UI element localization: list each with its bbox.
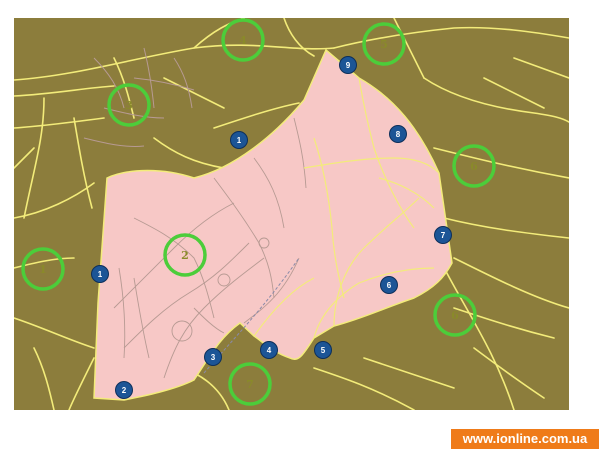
zone-marker-label: 1 [39,263,47,276]
entrance-marker[interactable]: 9 [339,56,357,74]
entrance-marker-label: 9 [346,61,351,70]
entrance-marker-label: 1 [98,270,103,279]
entrance-marker[interactable]: 2 [115,381,133,399]
entrance-marker[interactable]: 8 [389,125,407,143]
zone-marker-label: 7 [246,378,254,391]
entrance-marker[interactable]: 3 [204,348,222,366]
zone-marker-label: 6 [470,160,478,173]
entrance-marker-label: 6 [387,281,392,290]
entrance-marker[interactable]: 1 [230,131,248,149]
park-map[interactable]: 1 2 3 4 5 6 6 7 1 1 2 3 4 5 6 7 8 9 [14,18,569,410]
entrance-marker-label: 2 [122,386,127,395]
zone-marker-label: 3 [125,99,133,112]
zone-marker-label: 6 [451,309,459,322]
entrance-marker-label: 1 [237,136,242,145]
entrance-marker[interactable]: 7 [434,226,452,244]
entrance-marker-label: 4 [267,346,272,355]
entrance-marker-label: 3 [211,353,216,362]
zone-marker-label: 4 [239,34,247,47]
entrance-marker-label: 5 [321,346,326,355]
entrance-marker[interactable]: 1 [91,265,109,283]
entrance-marker-label: 8 [396,130,401,139]
entrance-marker-label: 7 [441,231,446,240]
zone-marker-label: 5 [380,38,388,51]
entrance-marker[interactable]: 5 [314,341,332,359]
entrance-marker[interactable]: 4 [260,341,278,359]
brand-watermark[interactable]: www.ionline.com.ua [451,429,599,449]
zone-marker-label: 2 [181,249,189,262]
entrance-marker[interactable]: 6 [380,276,398,294]
